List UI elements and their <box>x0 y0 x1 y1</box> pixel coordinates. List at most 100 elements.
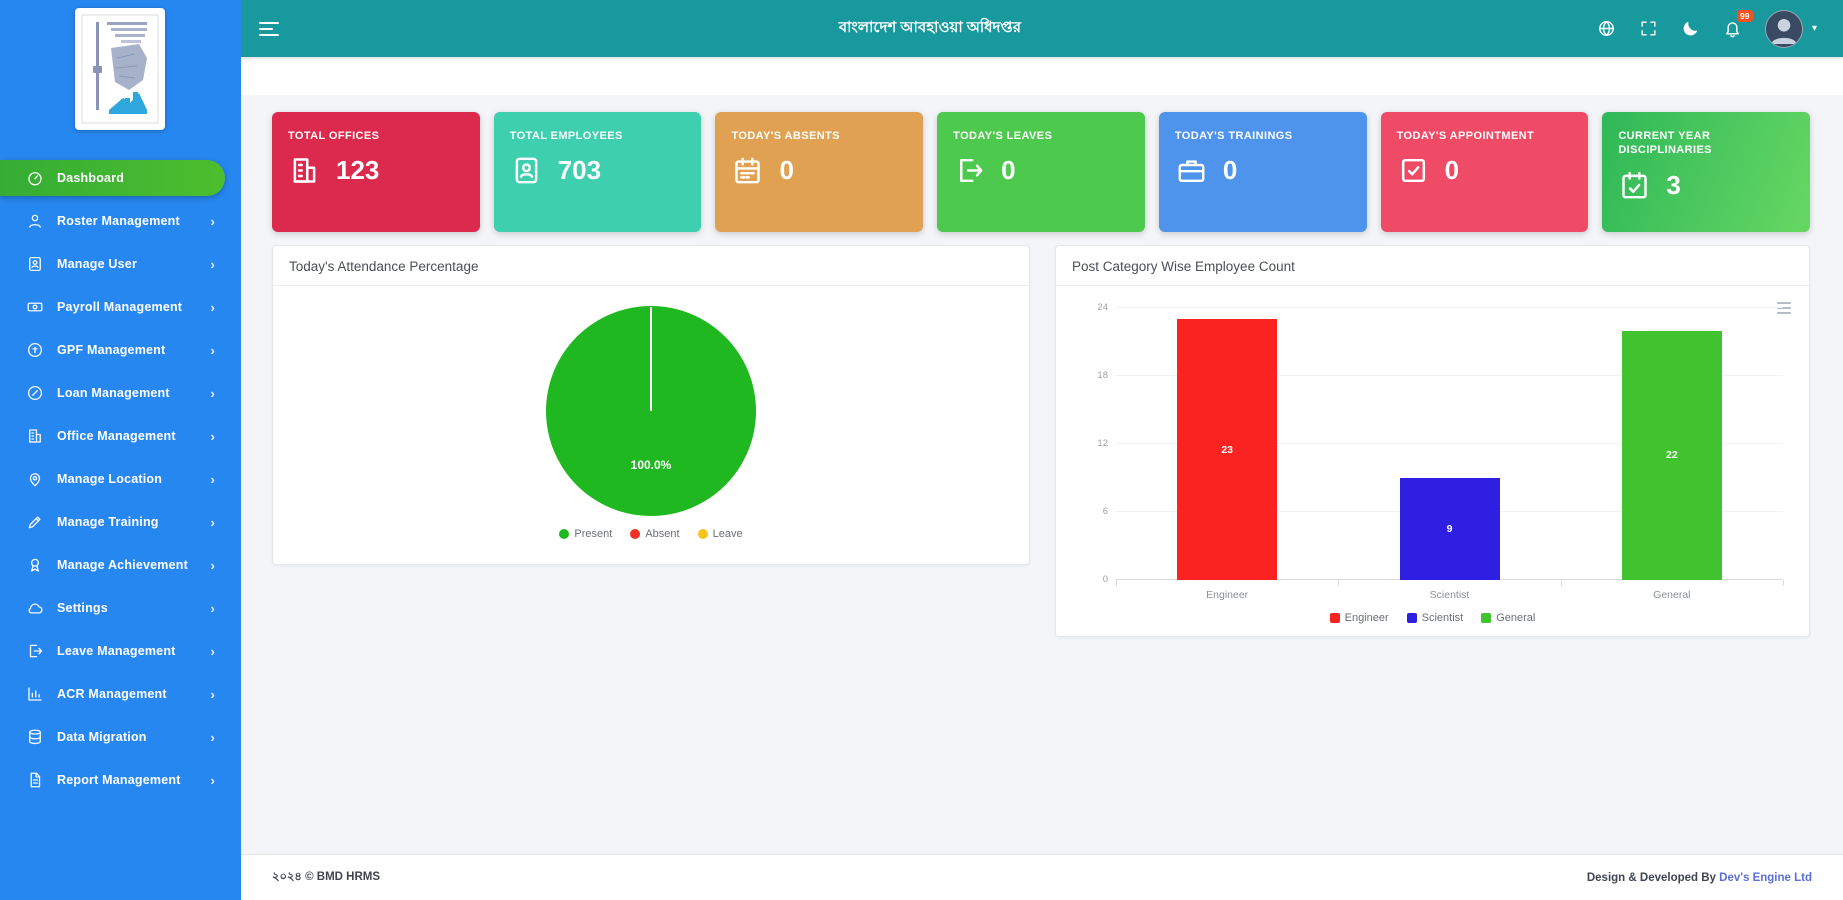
legend-item-absent[interactable]: Absent <box>630 528 679 540</box>
sidebar-item-manage-training[interactable]: Manage Training › <box>0 504 225 540</box>
sidebar-item-settings[interactable]: Settings› <box>0 590 225 626</box>
footer: ২০২৪ © BMD HRMS Design & Developed By De… <box>241 854 1843 900</box>
y-axis-tick-label: 24 <box>1076 302 1108 313</box>
org-logo[interactable] <box>75 8 165 130</box>
topbar: বাংলাদেশ আবহাওয়া অধিদপ্তর 99 ▾ <box>241 0 1843 57</box>
legend-label: Scientist <box>1422 612 1464 624</box>
calendar-icon <box>731 154 764 187</box>
bar-scientist[interactable]: 9 <box>1400 478 1500 580</box>
sidebar-item-report-management[interactable]: Report Management › <box>0 762 225 798</box>
chevron-down-icon[interactable]: ▾ <box>1812 23 1817 34</box>
sidebar-item-label: Dashboard <box>57 171 124 185</box>
sidebar-item-label: Leave Management <box>57 644 176 658</box>
stat-card-value: 123 <box>336 155 379 186</box>
notifications-bell-icon[interactable]: 99 <box>1723 19 1742 38</box>
x-axis-category-label: General <box>1653 589 1690 601</box>
stat-card-today-s-leaves: TODAY'S LEAVES0 <box>937 112 1145 232</box>
dashboard-icon <box>26 169 44 187</box>
stat-card-label: TODAY'S ABSENTS <box>731 129 907 143</box>
chevron-right-icon: › <box>210 387 215 400</box>
stat-card-total-employees: TOTAL EMPLOYEES703 <box>494 112 702 232</box>
chevron-right-icon: › <box>210 559 215 572</box>
sidebar-item-label: Office Management <box>57 429 176 443</box>
app-title: বাংলাদেশ আবহাওয়া অধিদপ্তর <box>839 16 1021 41</box>
legend-item-general[interactable]: General <box>1481 612 1535 624</box>
sidebar-item-label: Data Migration <box>57 730 147 744</box>
fullscreen-icon[interactable] <box>1639 19 1658 38</box>
chevron-right-icon: › <box>210 774 215 787</box>
footer-credit: Design & Developed By Dev's Engine Ltd <box>1587 872 1812 884</box>
building-icon <box>26 427 44 445</box>
sidebar-item-data-migration[interactable]: Data Migration› <box>0 719 225 755</box>
percent-circle-icon <box>26 384 44 402</box>
sidebar-item-manage-user[interactable]: Manage User› <box>0 246 225 282</box>
sidebar-item-leave-management[interactable]: Leave Management › <box>0 633 225 669</box>
sidebar-item-manage-achievement[interactable]: Manage Achievement› <box>0 547 225 583</box>
sidebar-item-label: Roster Management <box>57 214 180 228</box>
legend-marker <box>1481 613 1491 623</box>
bar-value-label: 9 <box>1447 523 1453 535</box>
legend-item-present[interactable]: Present <box>559 528 612 540</box>
sidebar-item-label: Manage Training <box>57 515 159 529</box>
medal-icon <box>26 556 44 574</box>
footer-credit-prefix: Design & Developed By <box>1587 872 1716 884</box>
sidebar-item-label: Report Management <box>57 773 181 787</box>
legend-label: Present <box>574 528 612 540</box>
gridline <box>1116 307 1783 308</box>
legend-label: Absent <box>645 528 679 540</box>
category-bar-chart: 0612182423Engineer9Scientist22General <box>1116 308 1783 580</box>
building-icon <box>288 154 321 187</box>
stat-card-value: 0 <box>1445 155 1459 186</box>
bar-general[interactable]: 22 <box>1622 331 1722 580</box>
legend-marker <box>630 529 640 539</box>
sign-out-icon <box>953 154 986 187</box>
sidebar-item-office-management[interactable]: Office Management› <box>0 418 225 454</box>
stat-cards-row: TOTAL OFFICES123TOTAL EMPLOYEES703TODAY'… <box>272 112 1810 232</box>
stat-card-today-s-appointment: TODAY'S APPOINTMENT0 <box>1381 112 1589 232</box>
user-avatar[interactable] <box>1765 10 1803 48</box>
legend-marker <box>698 529 708 539</box>
sidebar-item-dashboard[interactable]: Dashboard <box>0 160 225 196</box>
sidebar-item-label: Manage Location <box>57 472 162 486</box>
id-badge-icon <box>510 154 543 187</box>
sidebar-item-loan-management[interactable]: Loan Management › <box>0 375 225 411</box>
stat-card-label: TODAY'S TRAININGS <box>1175 129 1351 143</box>
sidebar-item-label: Loan Management <box>57 386 170 400</box>
sidebar-item-manage-location[interactable]: Manage Location› <box>0 461 225 497</box>
legend-item-leave[interactable]: Leave <box>698 528 743 540</box>
check-square-icon <box>1397 154 1430 187</box>
sidebar-item-label: Manage User <box>57 257 137 271</box>
pie-slice-divider <box>650 307 652 411</box>
x-axis-tick <box>1561 580 1562 586</box>
file-icon <box>26 771 44 789</box>
hamburger-menu-icon[interactable] <box>259 22 279 36</box>
sidebar-item-payroll-management[interactable]: Payroll Management› <box>0 289 225 325</box>
footer-developer-link[interactable]: Dev's Engine Ltd <box>1719 872 1812 884</box>
language-globe-icon[interactable] <box>1597 19 1616 38</box>
id-badge-icon <box>26 255 44 273</box>
bar-engineer[interactable]: 23 <box>1177 319 1277 580</box>
dark-mode-moon-icon[interactable] <box>1681 19 1700 38</box>
stat-card-value: 3 <box>1666 170 1680 201</box>
legend-label: Engineer <box>1345 612 1389 624</box>
sidebar-item-label: GPF Management <box>57 343 165 357</box>
sidebar-item-roster-management[interactable]: Roster Management› <box>0 203 225 239</box>
stat-card-value: 0 <box>1001 155 1015 186</box>
x-axis-category-label: Engineer <box>1206 589 1248 601</box>
chevron-right-icon: › <box>210 516 215 529</box>
legend-item-engineer[interactable]: Engineer <box>1330 612 1389 624</box>
legend-label: General <box>1496 612 1535 624</box>
legend-item-scientist[interactable]: Scientist <box>1407 612 1464 624</box>
x-axis-tick <box>1116 580 1117 586</box>
sidebar-item-label: ACR Management <box>57 687 167 701</box>
chevron-right-icon: › <box>210 645 215 658</box>
attendance-panel: Today's Attendance Percentage 100.0% Pre… <box>272 245 1030 565</box>
category-panel: Post Category Wise Employee Count 061218… <box>1055 245 1810 637</box>
pie-slice-label: 100.0% <box>631 458 672 472</box>
pencil-icon <box>26 513 44 531</box>
sidebar: DashboardRoster Management›Manage User›P… <box>0 0 241 900</box>
sidebar-item-acr-management[interactable]: ACR Management› <box>0 676 225 712</box>
sidebar-item-label: Settings <box>57 601 108 615</box>
pie-legend: Present Absent Leave <box>273 528 1029 540</box>
sidebar-item-gpf-management[interactable]: GPF Management› <box>0 332 225 368</box>
